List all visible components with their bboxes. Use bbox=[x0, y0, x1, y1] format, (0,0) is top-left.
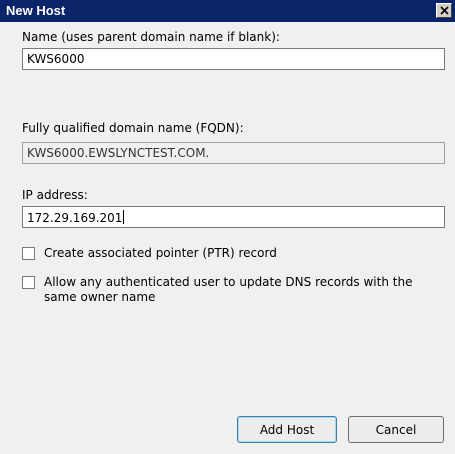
name-label: Name (uses parent domain name if blank): bbox=[22, 30, 280, 44]
dialog-title: New Host bbox=[6, 3, 66, 18]
authenticated-update-option[interactable]: Allow any authenticated user to update D… bbox=[22, 275, 444, 305]
add-host-button[interactable]: Add Host bbox=[237, 416, 337, 443]
name-input[interactable]: KWS6000 bbox=[22, 48, 445, 70]
ip-address-input[interactable]: 172.29.169.201 bbox=[22, 206, 445, 228]
text-caret bbox=[123, 210, 125, 224]
ip-address-value: 172.29.169.201 bbox=[27, 211, 123, 225]
ptr-record-option[interactable]: Create associated pointer (PTR) record bbox=[22, 246, 444, 261]
authenticated-update-label: Allow any authenticated user to update D… bbox=[44, 275, 413, 304]
close-button[interactable] bbox=[436, 3, 452, 18]
ip-address-label: IP address: bbox=[22, 188, 88, 202]
fqdn-label: Fully qualified domain name (FQDN): bbox=[22, 121, 244, 135]
authenticated-update-checkbox[interactable] bbox=[22, 276, 35, 289]
close-icon bbox=[440, 6, 449, 15]
ptr-record-label: Create associated pointer (PTR) record bbox=[44, 246, 277, 260]
fqdn-field: KWS6000.EWSLYNCTEST.COM. bbox=[22, 142, 445, 164]
ptr-record-checkbox[interactable] bbox=[22, 247, 35, 260]
new-host-dialog: New Host Name (uses parent domain name i… bbox=[0, 0, 455, 454]
cancel-button[interactable]: Cancel bbox=[348, 416, 444, 443]
title-bar: New Host bbox=[0, 0, 455, 22]
